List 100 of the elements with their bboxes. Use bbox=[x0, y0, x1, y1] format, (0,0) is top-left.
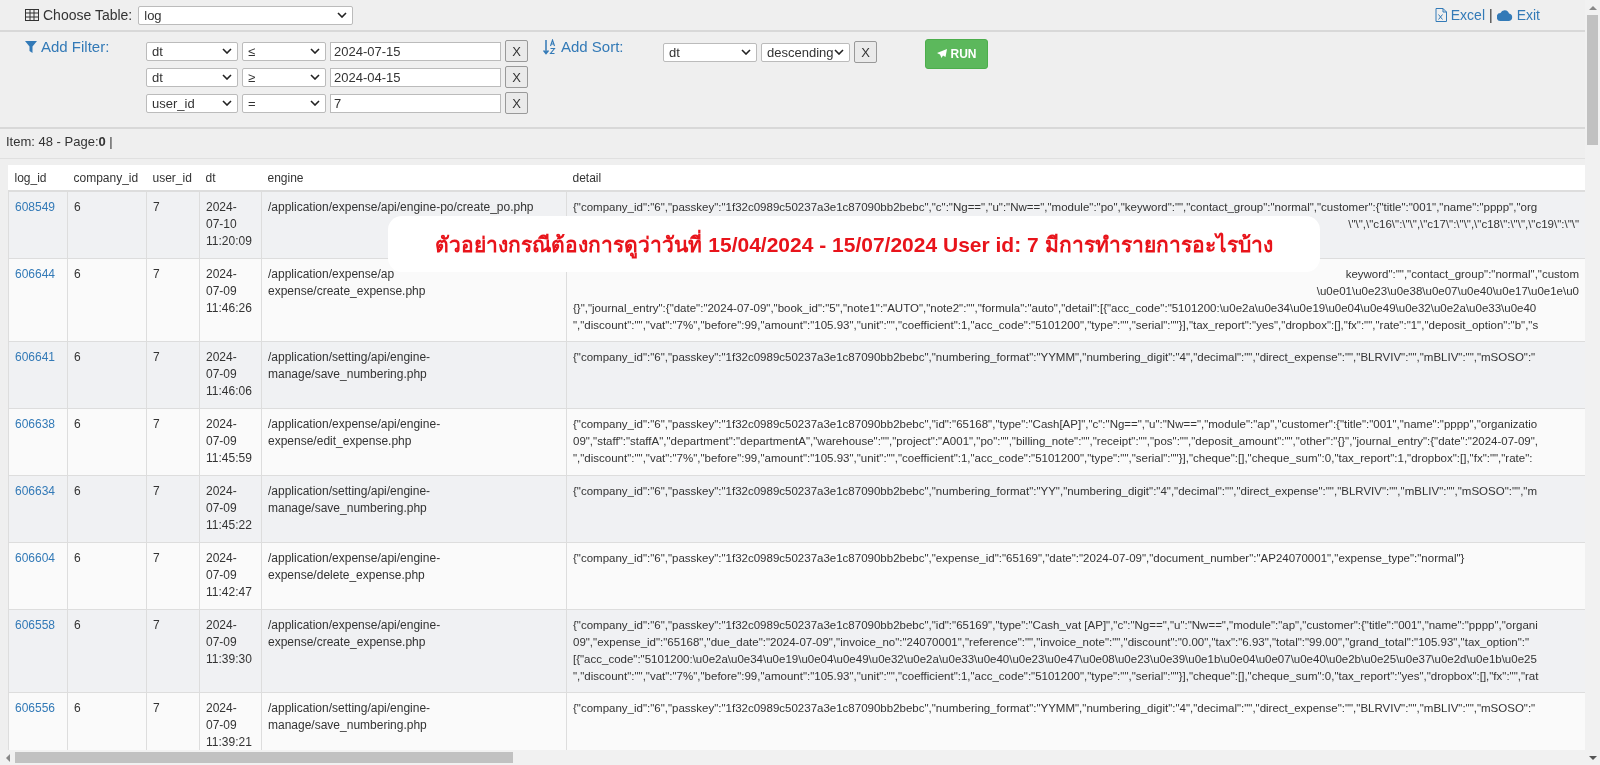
log-id-link[interactable]: 606604 bbox=[8, 542, 68, 610]
detail-line: {"company_id":"6","passkey":"1f32c0989c50237a3e1c87090bb2bebc","numbering_format":"YY","numbering_digit":"4","decimal":"","direct_expense":"","BLRVIV":"","mBLIV":"","mSOSO":"","m bbox=[573, 485, 1537, 497]
item-count: Item: 48 - Page:0 | bbox=[6, 134, 113, 149]
table-cell: 6 bbox=[67, 341, 147, 409]
caret-icon bbox=[310, 100, 320, 106]
banner: ตัวอย่างกรณีต้องการดูว่าวันที่ 15/04/2024 - 15/07/2024 User id: 7 มีการทำรายการอะไรบ้าง bbox=[388, 216, 1320, 272]
exit-link[interactable]: Exit bbox=[1516, 7, 1540, 23]
table-cell: 6 bbox=[67, 542, 147, 610]
detail-line: ","discount":"","vat":"7%","before":99,"amount":"105.93","unit":"","coefficient":1,"acc_code":"5101200","type":"","serial":""}],"cheque":[],"cheque_sum":0,"tax_report":"yes","dropbox":[],"fx":"","rat bbox=[573, 670, 1539, 682]
operator-select[interactable]: ≥ bbox=[242, 67, 326, 87]
detail-line: {"company_id":"6","passkey":"1f32c0989c50237a3e1c87090bb2bebc","id":"65169","type":"Cash_vat [AP]","c":"Ng==","u":"Nw==","module":"ap","customer":{"title":"001","name":"pppp","organi bbox=[573, 619, 1538, 631]
table-select[interactable]: log bbox=[138, 5, 354, 25]
log-id-link[interactable]: 606638 bbox=[8, 408, 68, 476]
table-cell: 7 bbox=[146, 258, 200, 342]
scrollbar-thumb[interactable] bbox=[1587, 15, 1598, 145]
field-select[interactable]: dt bbox=[146, 67, 238, 87]
scroll-up-arrow-icon[interactable] bbox=[1587, 4, 1598, 12]
caret-icon bbox=[222, 100, 232, 106]
field-select[interactable]: user_id bbox=[146, 93, 238, 113]
table-cell: 7 bbox=[146, 692, 200, 750]
remove-button[interactable]: X bbox=[505, 40, 528, 62]
detail-line: \"\",\"c16\":\"\",\"c17\":\"\",\"c18\":\"\",\"c19\":\"\" bbox=[1348, 217, 1579, 232]
operator-select[interactable]: ≤ bbox=[242, 41, 326, 61]
caret-icon bbox=[834, 49, 844, 55]
scrollbar-thumb[interactable] bbox=[15, 752, 513, 763]
detail-line: {"company_id":"6","passkey":"1f32c0989c50237a3e1c87090bb2bebc","numbering_format":"YYMM","numbering_digit":"4","decimal":"","direct_expense":"","BLRVIV":"","mBLIV":"","mSOSO":" bbox=[573, 702, 1536, 714]
filter-value-field[interactable]: 2024-04-15 bbox=[330, 67, 501, 87]
detail-line: ","discount":"","vat":"7%","before":99,"amount":"105.93","unit":"","coefficient":1,"acc_code":"5101200","type":"","serial":""}],"cheque":[],"cheque_sum":0,"tax_report":1,"dropbox":[],"fx":"","rate": bbox=[573, 452, 1533, 464]
filter-value-field[interactable]: 2024-07-15 bbox=[330, 41, 501, 61]
remove-button[interactable]: X bbox=[505, 92, 528, 114]
table-cell: 2024-07-09 11:46:26 bbox=[199, 258, 262, 342]
table-cell: /application/expense/api/engine-expense/create_expense.php bbox=[261, 609, 567, 693]
caret-icon bbox=[337, 12, 348, 18]
table-cell: /application/expense/api/engine-expense/edit_expense.php bbox=[261, 408, 567, 476]
table-cell: 7 bbox=[146, 542, 200, 610]
detail-line: ","discount":"","vat":"7%","before":99,"amount":"105.93","unit":"","coefficient":1,"acc_code":"5101200","type":"","serial":""}],"tax_report":"yes","dropbox":[],"fx":"","rate":"1","deposit_option":"b","s bbox=[573, 319, 1539, 331]
table-cell: 6 bbox=[67, 475, 147, 543]
link-separator: | bbox=[1489, 7, 1493, 23]
table-cell: 7 bbox=[146, 341, 200, 409]
rocket-icon bbox=[936, 49, 947, 59]
detail-line: {"company_id":"6","passkey":"1f32c0989c50237a3e1c87090bb2bebc","c":"Ng==","u":"Nw==","module":"po","keyword":"","contact_group":"normal","customer":{"title":"001","name":"pppp","org bbox=[573, 201, 1538, 213]
table-cell: 2024-07-09 11:39:21 bbox=[199, 692, 262, 750]
caret-icon bbox=[741, 49, 751, 55]
detail-line: {"company_id":"6","passkey":"1f32c0989c50237a3e1c87090bb2bebc","numbering_format":"YYMM","numbering_digit":"4","decimal":"","direct_expense":"","BLRVIV":"","mBLIV":"","mSOSO":" bbox=[573, 351, 1536, 363]
excel-link[interactable]: Excel bbox=[1450, 7, 1485, 23]
table-cell: /application/expense/api/engine-expense/delete_expense.php bbox=[261, 542, 567, 610]
detail-line: \u0e01\u0e23\u0e38\u0e07\u0e40\u0e17\u0e1e\u0 bbox=[1316, 284, 1579, 299]
table-cell: 6 bbox=[67, 408, 147, 476]
log-id-link[interactable]: 606556 bbox=[8, 692, 68, 750]
caret-icon bbox=[222, 74, 232, 80]
sort-field-select[interactable]: dt bbox=[663, 42, 757, 62]
table-cell: 7 bbox=[146, 408, 200, 476]
table-cell: 2024-07-09 11:39:30 bbox=[199, 609, 262, 693]
field-select[interactable]: dt bbox=[146, 41, 238, 61]
detail-line: 09","expense_id":"65168","due_date":"2024-07-09","invoice_no":"24070001","reference":"","invoice_note":"","discount":"0.00","tax":"6.93","total":"99.00","grand_total":"105.93","tax_option":" bbox=[573, 636, 1530, 648]
table-cell: 2024-07-10 11:20:09 bbox=[199, 191, 262, 259]
table-cell: 7 bbox=[146, 609, 200, 693]
caret-icon bbox=[222, 48, 232, 54]
table-cell: /application/setting/api/engine-manage/save_numbering.php bbox=[261, 341, 567, 409]
table-cell: 6 bbox=[67, 258, 147, 342]
sort-order-select[interactable]: descending bbox=[761, 42, 850, 62]
log-id-link[interactable]: 606641 bbox=[8, 341, 68, 409]
table-cell: 2024-07-09 11:45:59 bbox=[199, 408, 262, 476]
log-id-link[interactable]: 608549 bbox=[8, 191, 68, 259]
detail-line: 09","staff":"staffA","department":"departmentA","warehouse":"","project":"A001","po":"","billing_note":"","receipt":"","pos":"","deposit_amount":"","other":"{}","journal_entry":{"date":"2024-07-09", bbox=[573, 435, 1538, 447]
table-cell: 2024-07-09 11:46:06 bbox=[199, 341, 262, 409]
log-id-link[interactable]: 606644 bbox=[8, 258, 68, 342]
engine-path: expense/create_expense.php bbox=[268, 284, 426, 298]
add-sort-link[interactable]: Add Sort: bbox=[561, 38, 624, 55]
table-cell: /application/setting/api/engine-manage/save_numbering.php bbox=[261, 475, 567, 543]
detail-line: {"company_id":"6","passkey":"1f32c0989c50237a3e1c87090bb2bebc","id":"65168","type":"Cash[AP]","c":"Ng==","u":"Nw==","module":"ap","customer":{"title":"001","name":"pppp","organizatio bbox=[573, 418, 1538, 430]
excel-file-icon bbox=[1434, 8, 1447, 22]
caret-icon bbox=[310, 48, 320, 54]
filter-value-field[interactable]: 7 bbox=[330, 93, 501, 113]
filter-icon bbox=[25, 40, 37, 53]
table-cell: 7 bbox=[146, 191, 200, 259]
table-cell: 6 bbox=[67, 609, 147, 693]
detail-line: keyword":"","contact_group":"normal","custom bbox=[1345, 267, 1579, 282]
table-cell: 7 bbox=[146, 475, 200, 543]
table-cell: 2024-07-09 11:42:47 bbox=[199, 542, 262, 610]
remove-button[interactable]: X bbox=[505, 66, 528, 88]
log-id-link[interactable]: 606558 bbox=[8, 609, 68, 693]
sort-icon bbox=[543, 38, 557, 55]
detail-line: {}","journal_entry":{"date":"2024-07-09","book_id":"5","note1":"AUTO","note2":"","formula":"auto","detail":[{"acc_code":"5101200:\u0e2a\u0e34\u0e19\u0e04\u0e49\u0e32\u0e2a\u0e33\u0e40 bbox=[573, 302, 1537, 314]
log-id-link[interactable]: 606634 bbox=[8, 475, 68, 543]
detail-line: [{"acc_code":"5101200:\u0e2a\u0e34\u0e19\u0e04\u0e49\u0e32\u0e2a\u0e33\u0e40\u0e23\u0e47\u0e08\u0e23\u0e39\u0e1b\u0e04\u0e07\u0e40\u0e2b\u0e25\u0e37\u0e2d\u0e1b\u0e25 bbox=[573, 653, 1537, 665]
scroll-down-arrow-icon[interactable] bbox=[1587, 754, 1598, 762]
table-cell: 2024-07-09 11:45:22 bbox=[199, 475, 262, 543]
table-cell: 6 bbox=[67, 692, 147, 750]
remove-sort-button[interactable]: X bbox=[854, 41, 877, 63]
caret-icon bbox=[310, 74, 320, 80]
choose-table-label: Choose Table: bbox=[43, 7, 133, 23]
table-cell: /application/setting/api/engine-manage/save_numbering.php bbox=[261, 692, 567, 750]
detail-line: {"company_id":"6","passkey":"1f32c0989c50237a3e1c87090bb2bebc","expense_id":"65169","date":"2024-07-09","document_number":"AP24070001","expense_type":"normal"} bbox=[573, 552, 1465, 564]
table-icon bbox=[25, 9, 39, 21]
operator-select[interactable]: = bbox=[242, 93, 326, 113]
table-cell: 6 bbox=[67, 191, 147, 259]
cloud-icon bbox=[1496, 9, 1513, 21]
add-filter-link[interactable]: Add Filter: bbox=[41, 38, 110, 55]
scroll-left-arrow-icon[interactable] bbox=[4, 752, 12, 763]
